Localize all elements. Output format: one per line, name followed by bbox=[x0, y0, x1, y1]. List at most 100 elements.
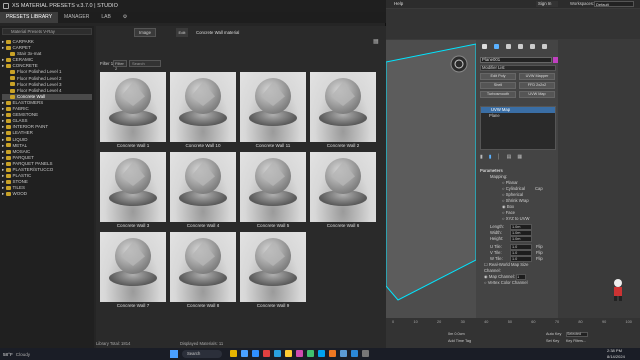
expand-icon[interactable]: ▸ bbox=[2, 57, 6, 62]
taskbar-app-icon[interactable] bbox=[351, 350, 358, 357]
remove-modifier-icon[interactable]: ▤ bbox=[507, 154, 512, 160]
expand-icon[interactable]: ▸ bbox=[2, 137, 6, 142]
create-icon[interactable] bbox=[482, 44, 487, 49]
expand-icon[interactable]: ▸ bbox=[2, 185, 6, 190]
make-unique-icon[interactable]: │ bbox=[498, 154, 501, 160]
motion-icon[interactable] bbox=[518, 44, 523, 49]
timeline-ruler[interactable]: 0 10 20 30 40 50 60 70 80 90 100 bbox=[392, 320, 632, 326]
tab-presets-library[interactable]: PRESETS LIBRARY bbox=[0, 12, 59, 23]
expand-icon[interactable]: ▸ bbox=[2, 124, 6, 129]
taskbar-app-icon[interactable] bbox=[241, 350, 248, 357]
time-field[interactable]: 0m 0.0cm bbox=[448, 332, 465, 336]
material-thumbnail[interactable] bbox=[100, 232, 166, 302]
taskbar-app-icon[interactable] bbox=[307, 350, 314, 357]
start-button-icon[interactable] bbox=[170, 350, 178, 358]
expand-icon[interactable]: ▸ bbox=[2, 100, 6, 105]
set-key-button[interactable]: Set Key bbox=[546, 339, 559, 343]
selected-select[interactable]: Selected bbox=[566, 332, 588, 337]
flip-checkbox[interactable]: Flip bbox=[536, 244, 543, 249]
vertex-channel-radio[interactable]: ○ Vertex Color Channel bbox=[480, 280, 556, 286]
tree-item[interactable]: ▸ WOOD bbox=[2, 191, 92, 197]
clock-time[interactable]: 2:38 PM bbox=[607, 348, 622, 353]
stack-item-plane[interactable]: Plane bbox=[481, 113, 555, 119]
viewcube-icon[interactable] bbox=[449, 54, 469, 74]
material-thumbnail[interactable] bbox=[100, 152, 166, 222]
material-thumbnail[interactable] bbox=[240, 152, 306, 222]
expand-icon[interactable]: ▸ bbox=[2, 106, 6, 111]
taskbar-app-icon[interactable] bbox=[263, 350, 270, 357]
material-card[interactable]: Concrete Wall 8 bbox=[170, 232, 236, 310]
modifier-button[interactable]: UVW Mapper bbox=[519, 73, 555, 80]
modifier-button[interactable]: FFD 2x2x2 bbox=[519, 82, 555, 89]
search-input[interactable]: Search bbox=[129, 60, 161, 67]
perspective-viewport[interactable] bbox=[386, 40, 476, 330]
clock-date[interactable]: 8/14/2024 bbox=[607, 354, 625, 359]
tab-manager[interactable]: MANAGER bbox=[58, 12, 95, 23]
taskbar-app-icon[interactable] bbox=[329, 350, 336, 357]
modifier-button[interactable]: Turbosmooth bbox=[480, 91, 516, 98]
taskbar-app-icon[interactable] bbox=[362, 350, 369, 357]
cap-checkbox[interactable]: Cap bbox=[535, 186, 543, 191]
material-thumbnail[interactable] bbox=[240, 72, 306, 142]
modify-icon[interactable] bbox=[494, 44, 499, 49]
workspace-select[interactable]: Default bbox=[594, 1, 634, 7]
tab-lab[interactable]: LAB bbox=[95, 12, 116, 23]
help-menu[interactable]: Help bbox=[394, 1, 403, 6]
material-thumbnail[interactable] bbox=[310, 72, 376, 142]
material-card[interactable]: Concrete Wall 11 bbox=[240, 72, 306, 150]
taskbar-app-icon[interactable] bbox=[274, 350, 281, 357]
material-card[interactable]: Concrete Wall 3 bbox=[100, 152, 166, 230]
filter2-select[interactable]: Filter 2 bbox=[113, 60, 127, 71]
material-thumbnail[interactable] bbox=[100, 72, 166, 142]
taskbar-app-icon[interactable] bbox=[252, 350, 259, 357]
modifier-button[interactable]: UVW Map bbox=[519, 91, 555, 98]
material-thumbnail[interactable] bbox=[310, 152, 376, 222]
taskbar-app-icon[interactable] bbox=[340, 350, 347, 357]
flip-checkbox[interactable]: Flip bbox=[536, 256, 543, 261]
material-card[interactable]: Concrete Wall 2 bbox=[310, 72, 376, 150]
expand-icon[interactable]: ▸ bbox=[2, 149, 6, 154]
material-thumbnail[interactable] bbox=[170, 72, 236, 142]
image-button[interactable]: Image bbox=[134, 28, 156, 37]
taskbar-app-icon[interactable] bbox=[230, 350, 237, 357]
signin-button[interactable]: Sign In bbox=[536, 1, 558, 7]
material-thumbnail[interactable] bbox=[170, 232, 236, 302]
expand-icon[interactable]: ▸ bbox=[2, 161, 6, 166]
grid-view-icon[interactable]: ▦ bbox=[373, 38, 379, 45]
expand-icon[interactable]: ▸ bbox=[2, 191, 6, 196]
material-card[interactable]: Concrete Wall 4 bbox=[170, 152, 236, 230]
material-card[interactable]: Concrete Wall 6 bbox=[310, 152, 376, 230]
expand-icon[interactable]: ▸ bbox=[2, 173, 6, 178]
expand-icon[interactable]: ▸ bbox=[2, 118, 6, 123]
expand-icon[interactable]: ▸ bbox=[2, 39, 6, 44]
display-icon[interactable] bbox=[530, 44, 535, 49]
height-field[interactable]: 1.0m bbox=[510, 236, 532, 242]
taskbar-app-icon[interactable] bbox=[296, 350, 303, 357]
expand-icon[interactable]: ▸ bbox=[2, 143, 6, 148]
configure-icon[interactable]: ▦ bbox=[517, 154, 522, 160]
taskbar-app-icon[interactable] bbox=[318, 350, 325, 357]
expand-icon[interactable]: ▸ bbox=[2, 130, 6, 135]
flip-checkbox[interactable]: Flip bbox=[536, 250, 543, 255]
material-card[interactable]: Concrete Wall 9 bbox=[240, 232, 306, 310]
taskbar-search[interactable]: Search bbox=[182, 350, 222, 358]
show-end-result-icon[interactable]: ▮ bbox=[489, 154, 492, 160]
auto-key-button[interactable]: Auto Key bbox=[546, 332, 561, 336]
taskbar-app-icon[interactable] bbox=[285, 350, 292, 357]
gear-icon[interactable]: ⚙ bbox=[117, 12, 133, 23]
material-thumbnail[interactable] bbox=[240, 232, 306, 302]
edit-button[interactable]: Edit bbox=[176, 28, 188, 37]
material-thumbnail[interactable] bbox=[170, 152, 236, 222]
material-card[interactable]: Concrete Wall 5 bbox=[240, 152, 306, 230]
expand-icon[interactable]: ▸ bbox=[2, 45, 6, 50]
modifier-button[interactable]: Edit Poly bbox=[480, 73, 516, 80]
pin-icon[interactable]: ▮ bbox=[480, 154, 483, 160]
weather-temp[interactable]: 58°F bbox=[3, 352, 13, 357]
expand-icon[interactable]: ▸ bbox=[2, 167, 6, 172]
material-card[interactable]: Concrete Wall 7 bbox=[100, 232, 166, 310]
preset-source-select[interactable]: Material Presets V-Ray bbox=[2, 28, 92, 35]
expand-icon[interactable]: ▸ bbox=[2, 112, 6, 117]
mapping-option[interactable]: ○ XYZ to UVW bbox=[480, 216, 556, 222]
modifier-button[interactable]: Shell bbox=[480, 82, 516, 89]
hierarchy-icon[interactable] bbox=[506, 44, 511, 49]
